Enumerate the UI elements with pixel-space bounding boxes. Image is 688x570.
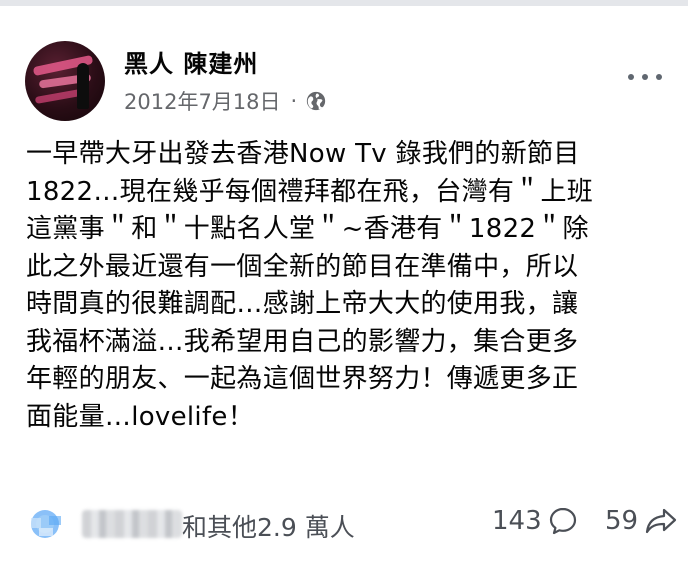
comments-button[interactable]: 143 [492, 506, 578, 536]
shares-button[interactable]: 59 [605, 506, 678, 536]
more-dot [628, 74, 634, 80]
globe-icon[interactable] [305, 90, 327, 112]
top-divider [0, 0, 688, 6]
meta-separator: · [290, 89, 298, 113]
author-name[interactable]: 黑人 陳建州 [124, 44, 258, 79]
more-dot [642, 74, 648, 80]
comment-icon [549, 507, 576, 535]
more-dot [656, 74, 662, 80]
shares-count: 59 [605, 506, 639, 536]
post-meta: 2012年7月18日 · [124, 86, 327, 116]
blurred-reactor-names [82, 510, 182, 538]
comments-count: 143 [492, 506, 542, 536]
avatar-neon-sign-3 [34, 89, 82, 104]
avatar-figure [77, 63, 89, 109]
avatar[interactable] [25, 41, 105, 121]
share-icon [645, 508, 677, 534]
reactions-icon[interactable] [29, 508, 67, 540]
post-date[interactable]: 2012年7月18日 [124, 86, 281, 116]
reactions-count[interactable]: 和其他2.9 萬人 [182, 508, 355, 544]
post-text: 一早帶大牙出發去香港Now Tv 錄我們的新節目 1822…現在幾乎每個禮拜都在… [26, 139, 594, 432]
more-options-icon[interactable] [628, 70, 662, 84]
